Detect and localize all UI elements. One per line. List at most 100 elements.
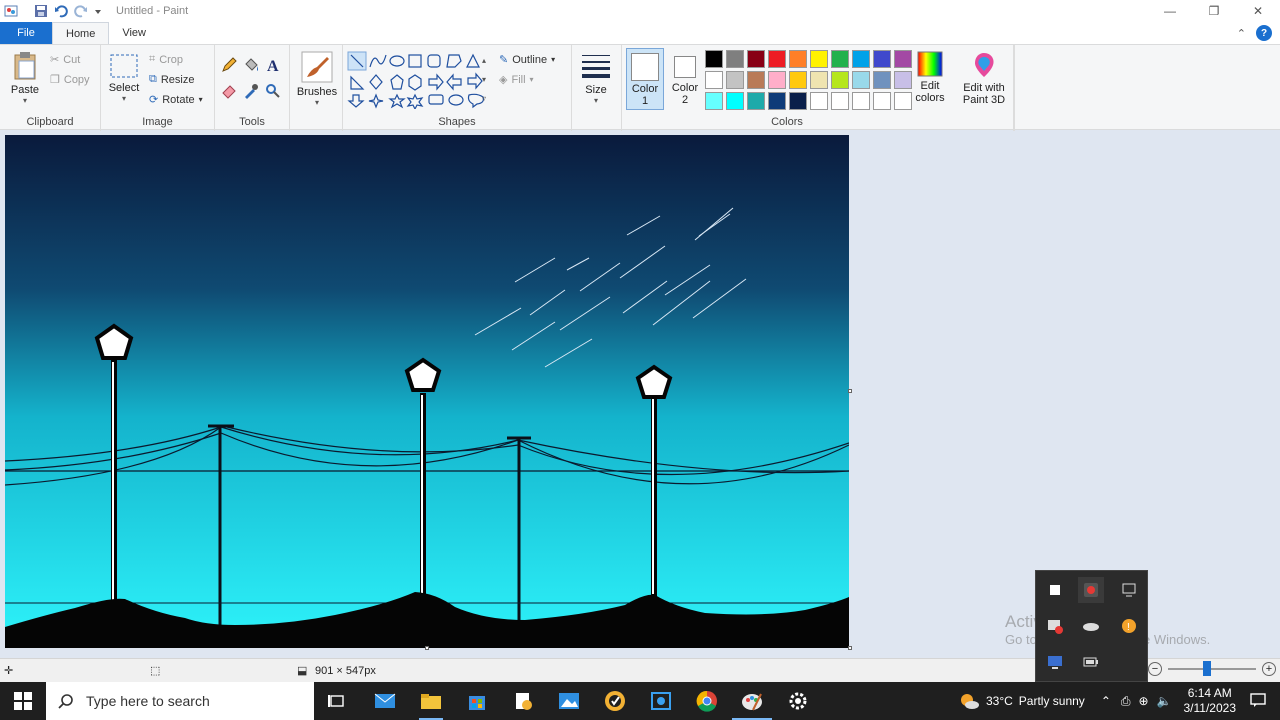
weather-temp[interactable]: 33°C bbox=[986, 694, 1013, 708]
restore-button[interactable]: ❐ bbox=[1192, 0, 1236, 22]
fill-bucket-icon[interactable] bbox=[243, 57, 259, 73]
color-swatch[interactable] bbox=[831, 92, 849, 110]
display-settings-icon[interactable] bbox=[1042, 649, 1068, 675]
pencil-icon[interactable] bbox=[221, 57, 237, 73]
color-swatch[interactable] bbox=[810, 50, 828, 68]
color-swatch[interactable] bbox=[726, 50, 744, 68]
color-swatch[interactable] bbox=[852, 50, 870, 68]
color-swatch[interactable] bbox=[705, 50, 723, 68]
stop-icon[interactable] bbox=[1042, 577, 1068, 603]
color-swatch[interactable] bbox=[768, 92, 786, 110]
settings-gear-icon[interactable] bbox=[786, 690, 810, 712]
select-button[interactable]: Select ▾ bbox=[107, 53, 141, 103]
color-swatch[interactable] bbox=[831, 50, 849, 68]
color-swatch[interactable] bbox=[747, 71, 765, 89]
clock[interactable]: 6:14 AM 3/11/2023 bbox=[1184, 686, 1237, 716]
tab-view[interactable]: View bbox=[109, 22, 159, 44]
microsoft-store-icon[interactable] bbox=[465, 690, 489, 712]
mail-icon[interactable] bbox=[373, 690, 397, 712]
color-swatch[interactable] bbox=[810, 71, 828, 89]
photos-icon[interactable] bbox=[557, 690, 581, 712]
zoom-out-icon[interactable]: − bbox=[1148, 662, 1162, 676]
screen-icon[interactable] bbox=[1116, 577, 1142, 603]
chrome-icon[interactable] bbox=[695, 690, 719, 712]
edit-colors-button[interactable]: Edit colors bbox=[912, 51, 948, 104]
color-swatch[interactable] bbox=[894, 50, 912, 68]
notifications-icon[interactable] bbox=[1250, 692, 1266, 711]
color-swatch[interactable] bbox=[894, 92, 912, 110]
shapes-scroll[interactable]: ▴ ▾ ▿ bbox=[482, 51, 486, 108]
tab-file[interactable]: File bbox=[0, 22, 52, 44]
brushes-button[interactable]: Brushes ▾ bbox=[296, 51, 338, 107]
weather-desc[interactable]: Partly sunny bbox=[1019, 694, 1085, 708]
color-swatch[interactable] bbox=[726, 92, 744, 110]
cloud-icon[interactable] bbox=[1078, 613, 1104, 639]
color-swatch[interactable] bbox=[768, 50, 786, 68]
color-swatch[interactable] bbox=[831, 71, 849, 89]
norton-icon[interactable] bbox=[603, 690, 627, 712]
color-swatch[interactable] bbox=[789, 71, 807, 89]
rotate-button[interactable]: ⟳ Rotate ▾ bbox=[149, 93, 203, 107]
color-swatch[interactable] bbox=[705, 92, 723, 110]
copy-button[interactable]: ❐ Copy bbox=[50, 73, 90, 87]
task-view-icon[interactable] bbox=[325, 690, 349, 712]
shapes-gallery[interactable] bbox=[347, 51, 493, 109]
undo-icon[interactable] bbox=[54, 4, 68, 18]
color-swatch[interactable] bbox=[810, 92, 828, 110]
fill-button[interactable]: ◈ Fill ▾ bbox=[499, 73, 534, 87]
magnifier-icon[interactable] bbox=[265, 83, 281, 99]
color-swatch[interactable] bbox=[789, 50, 807, 68]
zoom-slider[interactable] bbox=[1168, 661, 1256, 676]
taskbar-search[interactable]: Type here to search bbox=[46, 682, 314, 720]
network-icon[interactable]: ⎙ bbox=[1121, 694, 1131, 709]
color-picker-icon[interactable] bbox=[243, 83, 259, 99]
resize-handle-bottom[interactable] bbox=[425, 646, 429, 650]
color-swatch[interactable] bbox=[852, 71, 870, 89]
minimize-button[interactable]: — bbox=[1148, 0, 1192, 22]
color-swatch[interactable] bbox=[873, 71, 891, 89]
help-icon[interactable]: ? bbox=[1256, 25, 1272, 41]
zoom-in-icon[interactable]: + bbox=[1262, 662, 1276, 676]
color-swatch[interactable] bbox=[768, 71, 786, 89]
tab-home[interactable]: Home bbox=[52, 22, 110, 44]
save-icon[interactable] bbox=[34, 4, 48, 18]
color-swatch[interactable] bbox=[852, 92, 870, 110]
globe-icon[interactable]: ⊕ bbox=[1138, 694, 1148, 708]
color-swatch[interactable] bbox=[873, 92, 891, 110]
color-swatch[interactable] bbox=[789, 92, 807, 110]
size-button[interactable]: Size ▾ bbox=[578, 51, 614, 105]
color-swatch[interactable] bbox=[726, 71, 744, 89]
paste-button[interactable]: Paste ▾ bbox=[8, 51, 42, 105]
color-swatch[interactable] bbox=[705, 71, 723, 89]
color-swatch[interactable] bbox=[894, 71, 912, 89]
show-hidden-icons-chevron-icon[interactable]: ⌃ bbox=[1101, 694, 1111, 708]
document-app-icon[interactable] bbox=[511, 690, 535, 712]
file-explorer-icon[interactable] bbox=[419, 690, 443, 720]
color-swatch[interactable] bbox=[873, 50, 891, 68]
color1-button[interactable]: Color 1 bbox=[626, 48, 664, 110]
warning-icon[interactable]: ! bbox=[1116, 613, 1142, 639]
start-button[interactable] bbox=[11, 690, 35, 712]
drawing-canvas[interactable] bbox=[5, 135, 849, 648]
resize-handle-right[interactable] bbox=[848, 389, 852, 393]
cut-button[interactable]: ✂ Cut bbox=[50, 53, 80, 67]
resize-handle-corner[interactable] bbox=[848, 646, 852, 650]
paint-taskbar-icon[interactable] bbox=[732, 690, 772, 720]
redo-icon[interactable] bbox=[74, 4, 88, 18]
record-icon[interactable] bbox=[1078, 577, 1104, 603]
close-button[interactable]: ✕ bbox=[1236, 0, 1280, 22]
customize-qa-dropdown-icon[interactable] bbox=[94, 4, 102, 18]
volume-icon[interactable]: 🔈 bbox=[1157, 694, 1172, 708]
color-swatch[interactable] bbox=[747, 92, 765, 110]
eraser-icon[interactable] bbox=[221, 83, 237, 99]
snipping-tool-icon[interactable] bbox=[649, 690, 673, 712]
partly-sunny-icon[interactable] bbox=[958, 692, 980, 710]
text-icon[interactable]: A bbox=[265, 57, 281, 73]
edit-with-paint3d-button[interactable]: Edit with Paint 3D bbox=[958, 51, 1010, 106]
crop-button[interactable]: ⌗ Crop bbox=[149, 53, 183, 66]
resize-button[interactable]: ⧉ Resize bbox=[149, 73, 194, 86]
battery-icon[interactable] bbox=[1078, 649, 1104, 675]
collapse-ribbon-icon[interactable]: ⌃ bbox=[1237, 27, 1246, 40]
outline-button[interactable]: ✎ Outline ▾ bbox=[499, 53, 555, 67]
color2-button[interactable]: Color 2 bbox=[668, 48, 702, 110]
